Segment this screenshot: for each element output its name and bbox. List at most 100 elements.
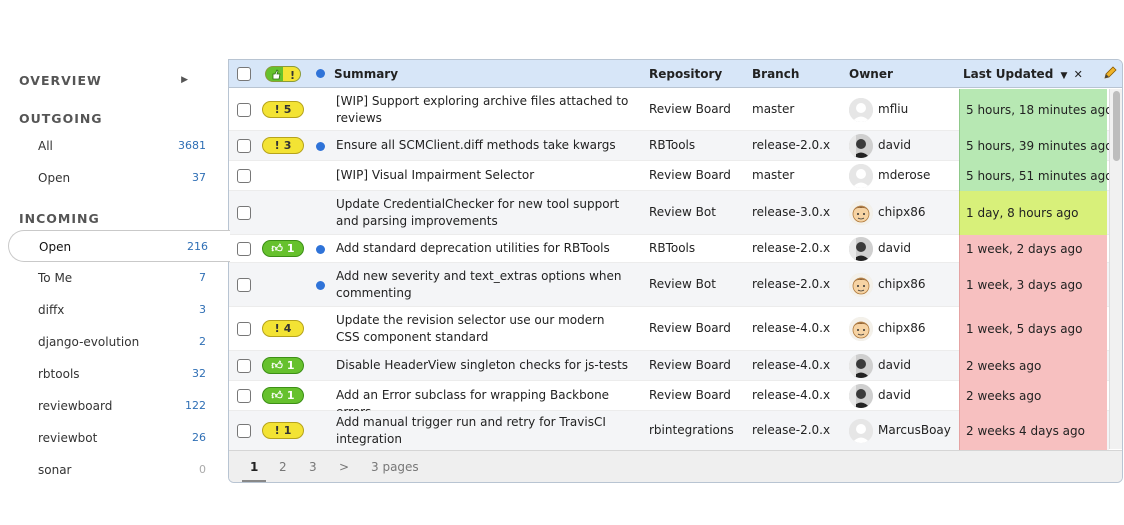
row-summary-link[interactable]: Ensure all SCMClient.diff methods take k… xyxy=(336,137,636,154)
row-owner[interactable]: david xyxy=(849,237,959,261)
page-3-link[interactable]: 3 xyxy=(309,460,317,474)
sidebar-item-label: Open xyxy=(38,171,71,185)
table-row[interactable]: 👍︎ 1 Add standard deprecation utilities fo… xyxy=(229,235,1109,263)
row-branch: release-2.0.x xyxy=(752,241,831,255)
row-checkbox[interactable] xyxy=(237,278,251,292)
row-checkbox[interactable] xyxy=(237,206,251,220)
summary-text: [WIP] Visual Impairment Selector xyxy=(336,168,535,182)
sort-down-icon[interactable]: ▼ xyxy=(1060,71,1067,81)
row-summary-link[interactable]: Update the revision selector use our mod… xyxy=(336,312,636,346)
row-owner[interactable]: MarcusBoay xyxy=(849,419,959,443)
chevron-right-icon: ▶ xyxy=(181,75,189,85)
ship-it-badge[interactable]: 👍︎ 1 xyxy=(262,240,304,257)
sidebar-item-incoming-sonar[interactable]: sonar 0 xyxy=(8,454,228,486)
table-row[interactable]: Update CredentialChecker for new tool su… xyxy=(229,191,1109,235)
page-count: 3 pages xyxy=(371,460,419,474)
row-checkbox[interactable] xyxy=(237,322,251,336)
next-page-link[interactable]: > xyxy=(339,460,349,474)
sidebar-item-outgoing-all[interactable]: All 3681 xyxy=(8,130,228,162)
last-updated-text: 1 day, 8 hours ago xyxy=(966,206,1079,220)
open-issues-badge[interactable]: ! 1 xyxy=(262,422,304,439)
avatar xyxy=(849,317,873,341)
table-row[interactable]: ! 4 Update the revision selector use our m… xyxy=(229,307,1109,351)
row-branch: release-3.0.x xyxy=(752,205,831,219)
badge-count: 1 xyxy=(286,359,295,372)
summary-text: Disable HeaderView singleton checks for … xyxy=(336,358,629,372)
new-update-dot xyxy=(316,142,325,151)
table-row[interactable]: ! 5 [WIP] Support exploring archive files … xyxy=(229,89,1113,131)
owner-name: mfliu xyxy=(878,102,909,116)
row-owner[interactable]: chipx86 xyxy=(849,317,959,341)
row-owner[interactable]: mderose xyxy=(849,164,959,188)
row-branch: release-4.0.x xyxy=(752,321,831,335)
sidebar-item-incoming-diffx[interactable]: diffx 3 xyxy=(8,294,228,326)
avatar xyxy=(849,384,873,408)
row-summary-link[interactable]: [WIP] Support exploring archive files at… xyxy=(336,93,636,127)
column-summary[interactable]: Summary xyxy=(334,67,398,81)
sidebar-item-incoming-reviewboard[interactable]: reviewboard 122 xyxy=(8,390,228,422)
ship-it-badge[interactable]: 👍︎ 1 xyxy=(262,357,304,374)
sidebar-item-incoming-django-evolution[interactable]: django-evolution 2 xyxy=(8,326,228,358)
open-issues-badge[interactable]: ! 3 xyxy=(262,137,304,154)
new-updates-column-icon[interactable] xyxy=(316,69,325,78)
row-owner[interactable]: chipx86 xyxy=(849,273,959,297)
sidebar-overview-header[interactable]: OVERVIEW ▶ xyxy=(19,73,209,88)
column-branch[interactable]: Branch xyxy=(752,67,799,81)
row-branch: master xyxy=(752,102,795,116)
row-summary-link[interactable]: [WIP] Visual Impairment Selector xyxy=(336,167,636,184)
row-summary-link[interactable]: Add new severity and text_extras options… xyxy=(336,268,636,302)
row-owner[interactable]: mfliu xyxy=(849,98,959,122)
edit-columns-icon[interactable] xyxy=(1102,65,1118,84)
column-repository[interactable]: Repository xyxy=(649,67,722,81)
sidebar-item-count: 26 xyxy=(192,431,206,444)
row-branch: release-2.0.x xyxy=(752,423,831,437)
thumbs-up-icon: 👍︎ xyxy=(271,389,283,402)
remove-sort-icon[interactable]: ✕ xyxy=(1074,68,1083,81)
row-checkbox[interactable] xyxy=(237,389,251,403)
summary-text: Add manual trigger run and retry for Tra… xyxy=(336,415,606,446)
table-row[interactable]: [WIP] Visual Impairment Selector Review B… xyxy=(229,161,1113,191)
column-last-updated[interactable]: Last Updated ▼ ✕ xyxy=(963,67,1083,81)
open-issues-badge[interactable]: ! 5 xyxy=(262,101,304,118)
sidebar-item-incoming-open[interactable]: Open 216 xyxy=(8,230,230,262)
ship-it-badge[interactable]: 👍︎ 1 xyxy=(262,387,304,404)
row-checkbox[interactable] xyxy=(237,103,251,117)
page-1-link[interactable]: 1 xyxy=(242,460,267,482)
sidebar-incoming-header: INCOMING xyxy=(19,211,100,226)
table-row[interactable]: ! 1 Add manual trigger run and retry for T… xyxy=(229,411,1109,451)
sidebar-item-outgoing-open[interactable]: Open 37 xyxy=(8,162,228,194)
table-row[interactable]: 👍︎ 1 Disable HeaderView singleton checks f… xyxy=(229,351,1109,381)
page-2-link[interactable]: 2 xyxy=(279,460,287,474)
row-summary-link[interactable]: Update CredentialChecker for new tool su… xyxy=(336,196,636,230)
table-row[interactable]: ! 3 Ensure all SCMClient.diff methods take… xyxy=(229,131,1113,161)
row-checkbox[interactable] xyxy=(237,169,251,183)
row-summary-link[interactable]: Disable HeaderView singleton checks for … xyxy=(336,357,636,374)
row-checkbox[interactable] xyxy=(237,139,251,153)
column-owner[interactable]: Owner xyxy=(849,67,893,81)
row-branch: release-2.0.x xyxy=(752,277,831,291)
sidebar-item-incoming-reviewbot[interactable]: reviewbot 26 xyxy=(8,422,228,454)
ship-it-issues-column-icon[interactable]: ! xyxy=(265,66,301,82)
row-summary-link[interactable]: Add standard deprecation utilities for R… xyxy=(336,240,636,257)
row-checkbox[interactable] xyxy=(237,242,251,256)
row-owner[interactable]: chipx86 xyxy=(849,201,959,225)
table-scrollbar[interactable] xyxy=(1109,89,1122,449)
row-summary-link[interactable]: Add manual trigger run and retry for Tra… xyxy=(336,414,636,448)
row-owner[interactable]: david xyxy=(849,384,959,408)
table-header: ! Summary Repository Branch Owner Last U… xyxy=(229,60,1122,88)
select-all-checkbox[interactable] xyxy=(237,67,251,81)
sidebar-item-incoming-to-me[interactable]: To Me 7 xyxy=(8,262,228,294)
row-owner[interactable]: david xyxy=(849,354,959,378)
open-issues-badge[interactable]: ! 4 xyxy=(262,320,304,337)
row-repository: Review Board xyxy=(649,168,731,182)
table-row[interactable]: 👍︎ 1 Add an Error subclass for wrapping Ba… xyxy=(229,381,1109,419)
sidebar-item-count: 32 xyxy=(192,367,206,380)
row-checkbox[interactable] xyxy=(237,359,251,373)
row-owner[interactable]: david xyxy=(849,134,959,158)
row-checkbox[interactable] xyxy=(237,424,251,438)
badge-count: 3 xyxy=(283,139,292,152)
sidebar-item-incoming-rbtools[interactable]: rbtools 32 xyxy=(8,358,228,390)
scrollbar-thumb[interactable] xyxy=(1113,91,1120,161)
svg-text:!: ! xyxy=(290,69,295,82)
table-row[interactable]: Add new severity and text_extras options… xyxy=(229,263,1109,307)
